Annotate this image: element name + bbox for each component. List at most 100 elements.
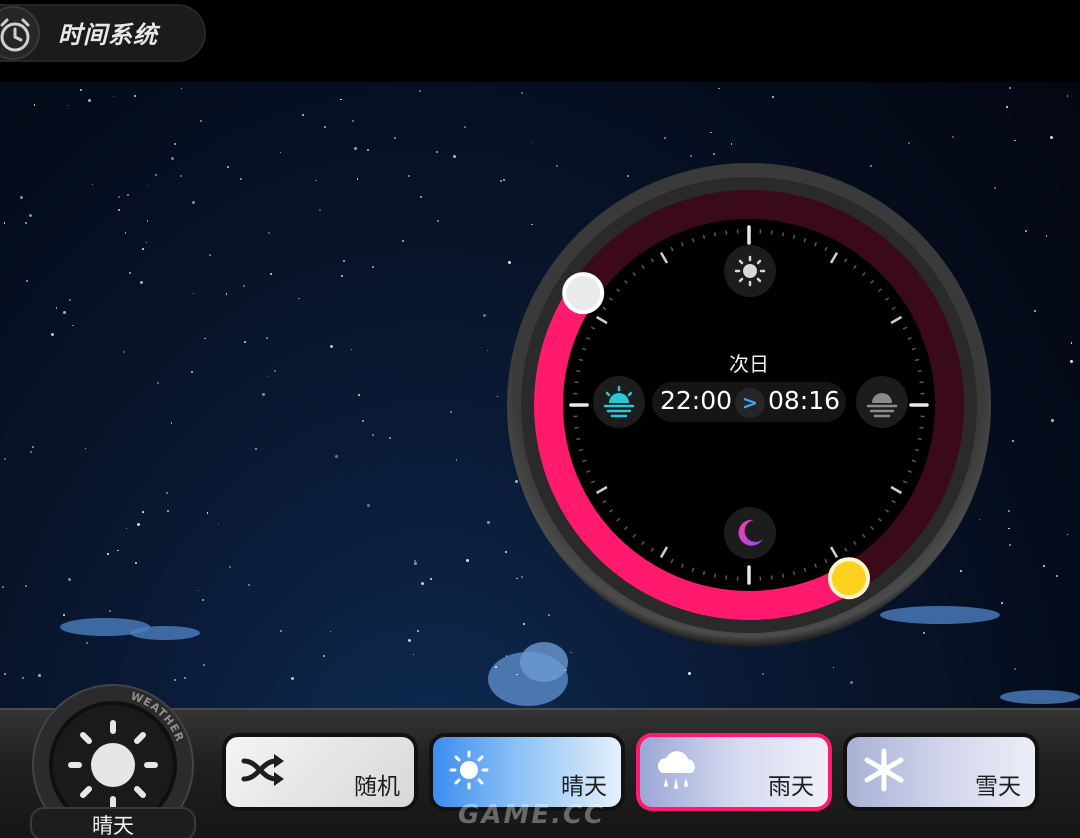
star — [269, 272, 272, 275]
star — [84, 447, 87, 450]
star — [393, 136, 396, 139]
star — [486, 349, 489, 352]
dial-tick — [725, 575, 728, 580]
star — [1066, 533, 1069, 536]
star — [112, 95, 115, 98]
sun-icon — [724, 245, 776, 297]
star — [107, 553, 109, 555]
star — [62, 310, 66, 314]
star — [170, 422, 173, 424]
star — [19, 195, 23, 199]
star — [179, 175, 182, 178]
star — [329, 630, 332, 633]
end-time-handle — [562, 272, 605, 315]
star — [201, 599, 204, 602]
star — [516, 673, 518, 676]
star — [28, 213, 32, 217]
star — [951, 135, 954, 138]
star — [142, 248, 144, 250]
star — [401, 240, 404, 242]
star — [127, 193, 130, 196]
star — [91, 183, 94, 186]
star — [1006, 106, 1008, 108]
rainy-weather-label: 雨天 — [768, 774, 814, 800]
dial-tick — [576, 437, 581, 441]
star — [69, 299, 72, 302]
star — [192, 200, 196, 204]
star — [86, 641, 88, 644]
start-time: 22:00 — [660, 386, 733, 415]
alarm-clock-icon[interactable] — [0, 6, 40, 60]
sunrise-icon — [593, 376, 645, 428]
moon-icon — [724, 507, 776, 559]
dial-tick — [713, 573, 717, 578]
star — [687, 672, 691, 676]
star — [464, 126, 466, 128]
star — [1043, 565, 1046, 568]
snowy-weather-button[interactable]: 雪天 — [843, 733, 1039, 811]
star — [267, 232, 270, 235]
star — [265, 337, 268, 339]
star — [420, 196, 423, 199]
rainy-weather-button[interactable]: 雨天 — [636, 733, 832, 811]
star — [72, 324, 74, 327]
star — [248, 584, 250, 586]
start-time-handle — [828, 557, 870, 600]
star — [421, 581, 425, 585]
star — [146, 220, 149, 222]
star — [713, 153, 715, 155]
star — [267, 375, 270, 378]
star — [994, 186, 997, 189]
star — [243, 285, 246, 288]
star — [1055, 574, 1058, 577]
star — [351, 120, 354, 123]
star — [1050, 418, 1054, 422]
star — [340, 98, 342, 101]
star — [1008, 543, 1011, 546]
star — [66, 104, 68, 107]
star — [718, 87, 720, 90]
star — [850, 680, 854, 684]
star — [315, 179, 317, 182]
star — [68, 578, 72, 582]
star — [358, 394, 361, 397]
star — [1045, 235, 1048, 237]
star — [137, 523, 141, 527]
star — [324, 125, 327, 128]
star — [166, 510, 169, 513]
random-weather-button[interactable]: 随机 — [222, 733, 418, 811]
star — [88, 98, 92, 102]
star — [4, 673, 7, 676]
star — [166, 492, 168, 494]
star — [135, 561, 138, 564]
sun-icon — [449, 750, 489, 790]
star — [419, 90, 422, 93]
star — [25, 584, 28, 587]
star — [1008, 527, 1010, 530]
star — [30, 451, 32, 453]
star — [33, 104, 36, 106]
dial-tick — [702, 570, 706, 576]
star — [334, 455, 338, 459]
star — [322, 655, 325, 658]
rain-cloud-icon — [657, 751, 695, 789]
star — [200, 120, 202, 122]
dial-tick — [919, 426, 924, 429]
dial-tick — [914, 448, 920, 452]
star — [51, 333, 55, 337]
star — [170, 157, 174, 161]
star — [206, 512, 209, 514]
star — [279, 630, 282, 633]
sunny-weather-label: 晴天 — [561, 774, 607, 800]
dial-tick — [574, 426, 579, 429]
random-weather-label: 随机 — [354, 774, 400, 800]
star — [412, 653, 415, 656]
page-title: 时间系统 — [58, 21, 158, 49]
star — [227, 166, 230, 169]
star — [229, 565, 232, 568]
star — [1014, 667, 1017, 670]
dial-tick — [917, 437, 922, 441]
cloud — [130, 626, 200, 640]
dial-tick — [576, 369, 581, 373]
star — [1008, 87, 1011, 90]
